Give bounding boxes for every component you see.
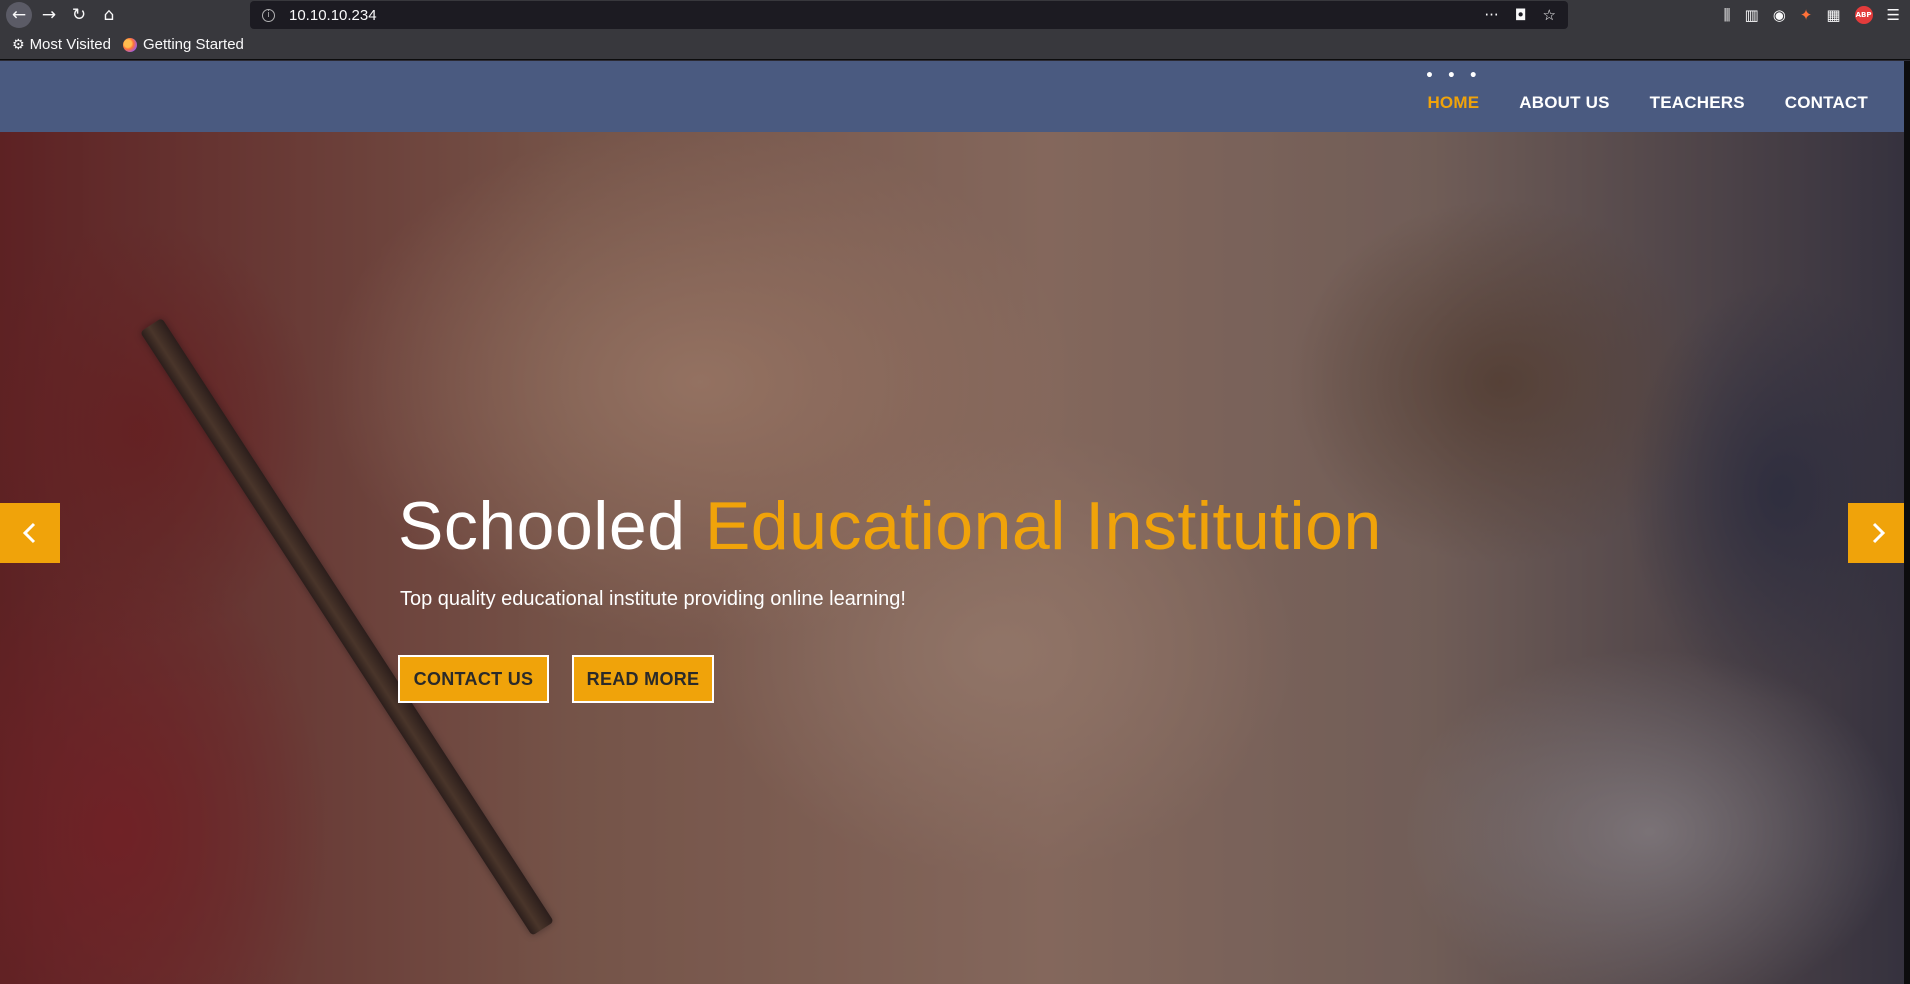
- site-header: • • • HOME ABOUT US TEACHERS CONTACT: [0, 61, 1910, 132]
- address-bar[interactable]: i 10.10.10.234 ··· ◘ ☆: [250, 1, 1568, 29]
- bookmark-label: Most Visited: [29, 36, 111, 53]
- forward-button[interactable]: →: [34, 0, 64, 30]
- account-icon[interactable]: ◉: [1773, 6, 1786, 24]
- main-nav: • • • HOME ABOUT US TEACHERS CONTACT: [1387, 61, 1868, 132]
- menu-icon[interactable]: ☰: [1887, 6, 1900, 24]
- nav-teachers[interactable]: TEACHERS: [1650, 93, 1745, 113]
- nav-about-us[interactable]: ABOUT US: [1519, 93, 1609, 113]
- bookmark-label: Getting Started: [143, 36, 244, 53]
- gear-icon: ⚙: [12, 36, 25, 53]
- reload-icon: ↻: [71, 5, 87, 25]
- pocket-icon[interactable]: ◘: [1515, 6, 1527, 24]
- back-button[interactable]: ←: [6, 2, 32, 28]
- nav-label: TEACHERS: [1649, 92, 1745, 112]
- nav-label: ABOUT US: [1519, 92, 1610, 112]
- hero-title: Schooled Educational Institution: [398, 487, 1382, 565]
- chevron-left-icon: [22, 522, 36, 544]
- hero-subtitle: Top quality educational institute provid…: [400, 588, 906, 610]
- active-dots-indicator: • • •: [1425, 67, 1482, 84]
- chevron-right-icon: [1872, 522, 1886, 544]
- hero-title-accent: Educational Institution: [704, 488, 1382, 564]
- reload-button[interactable]: ↻: [64, 0, 94, 30]
- forward-arrow-icon: →: [41, 5, 57, 25]
- bookmarks-bar: ⚙ Most Visited Getting Started: [0, 30, 1910, 60]
- nav-label: HOME: [1427, 92, 1480, 112]
- slider-prev-button[interactable]: [0, 503, 60, 563]
- home-icon: ⌂: [103, 5, 115, 25]
- adblock-icon[interactable]: ABP: [1854, 6, 1873, 24]
- page-scrollbar[interactable]: [1904, 61, 1910, 984]
- browser-toolbar: ← → ↻ ⌂ i 10.10.10.234 ··· ◘ ☆ ⫼ ▥ ◉ ✦ ▦…: [0, 0, 1910, 30]
- contact-us-button[interactable]: CONTACT US: [398, 655, 549, 703]
- url-text[interactable]: 10.10.10.234: [289, 7, 377, 24]
- read-more-button[interactable]: READ MORE: [572, 655, 714, 703]
- library-icon[interactable]: ⫼: [1724, 6, 1731, 24]
- home-button[interactable]: ⌂: [94, 0, 124, 30]
- nav-home[interactable]: • • • HOME: [1425, 68, 1480, 113]
- firefox-icon: [123, 37, 137, 52]
- nav-label: CONTACT: [1784, 92, 1868, 112]
- bookmark-most-visited[interactable]: ⚙ Most Visited: [12, 36, 111, 53]
- site-info-icon[interactable]: i: [262, 8, 275, 22]
- extension-fox-icon[interactable]: ✦: [1800, 6, 1813, 24]
- bookmark-getting-started[interactable]: Getting Started: [123, 36, 244, 53]
- hero-slider: Schooled Educational Institution Top qua…: [0, 132, 1904, 984]
- qr-extension-icon[interactable]: ▦: [1826, 6, 1840, 24]
- hero-title-plain: Schooled: [398, 488, 705, 564]
- nav-contact[interactable]: CONTACT: [1785, 93, 1868, 113]
- slider-next-button[interactable]: [1848, 503, 1904, 563]
- sidebar-icon[interactable]: ▥: [1745, 6, 1759, 24]
- back-arrow-icon: ←: [11, 5, 27, 25]
- bookmark-star-icon[interactable]: ☆: [1543, 6, 1556, 24]
- page-actions-icon[interactable]: ···: [1484, 6, 1498, 24]
